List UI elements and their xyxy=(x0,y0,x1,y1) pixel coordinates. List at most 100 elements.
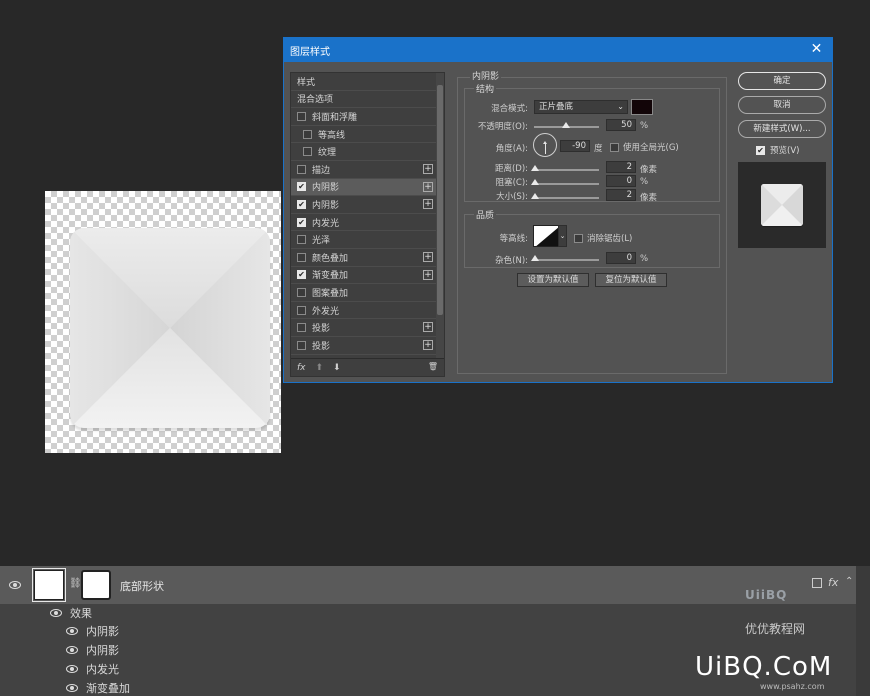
style-checkbox[interactable] xyxy=(297,252,306,262)
global-light-check-box[interactable] xyxy=(610,142,619,152)
new-style-button[interactable]: 新建样式(W)... xyxy=(738,120,826,138)
style-item-label: 颜色叠加 xyxy=(312,253,349,264)
move-down-icon[interactable]: ⬇ xyxy=(333,363,341,373)
style-item[interactable]: 样式 xyxy=(291,73,437,91)
style-item[interactable]: 投影 + xyxy=(291,319,437,337)
structure-title: 结构 xyxy=(474,82,497,95)
preview-checkbox[interactable]: ✔ 预览(V) xyxy=(756,144,799,156)
size-slider[interactable] xyxy=(531,193,599,199)
effects-eye-icon[interactable] xyxy=(50,609,62,617)
style-item[interactable]: ✔ 内阴影 + xyxy=(291,196,437,214)
effect-eye-icon[interactable] xyxy=(66,646,78,654)
style-checkbox[interactable]: ✔ xyxy=(297,270,306,280)
vector-mask-thumbnail[interactable] xyxy=(81,570,111,600)
layer-fx-icon[interactable]: fx xyxy=(828,576,838,589)
distance-slider-knob[interactable] xyxy=(531,165,539,171)
style-checkbox[interactable] xyxy=(297,287,306,297)
effect-row[interactable]: 内阴影 xyxy=(66,622,119,640)
layer-name[interactable]: 底部形状 xyxy=(120,578,164,594)
trash-icon[interactable]: 🗑 xyxy=(428,362,438,371)
style-item-label: 投影 xyxy=(312,324,331,335)
style-item[interactable]: 颜色叠加 + xyxy=(291,249,437,267)
style-checkbox[interactable] xyxy=(297,305,306,315)
opacity-slider-knob[interactable] xyxy=(562,122,570,128)
layer-thumbnail[interactable] xyxy=(32,568,66,602)
effect-row[interactable]: 内阴影 xyxy=(66,641,119,659)
antialias-check-box[interactable] xyxy=(574,233,583,243)
set-default-button[interactable]: 设置为默认值 xyxy=(517,273,589,287)
style-checkbox[interactable] xyxy=(297,111,306,121)
move-up-icon[interactable]: ⬆ xyxy=(316,363,324,373)
style-checkbox[interactable]: ✔ xyxy=(297,199,306,209)
style-item[interactable]: 外发光 xyxy=(291,302,437,320)
style-item[interactable]: 混合选项 xyxy=(291,91,437,109)
ok-button[interactable]: 确定 xyxy=(738,72,826,90)
style-checkbox[interactable] xyxy=(303,129,312,139)
antialias-checkbox[interactable]: 消除锯齿(L) xyxy=(574,232,632,244)
mask-link-icon[interactable]: ⛓ xyxy=(69,578,82,589)
collapse-effects-chevron-icon[interactable]: ⌃ xyxy=(845,576,853,587)
style-item[interactable]: 投影 + xyxy=(291,337,437,355)
effects-group-row[interactable]: 效果 xyxy=(50,604,92,622)
style-checkbox[interactable] xyxy=(303,147,312,157)
layer-row-bottom-shape[interactable]: ⛓ 底部形状 fx ⌃ xyxy=(0,566,856,604)
effect-eye-icon[interactable] xyxy=(66,684,78,692)
contour-dropdown-chevron-icon[interactable]: ⌄ xyxy=(558,225,567,247)
cancel-button[interactable]: 取消 xyxy=(738,96,826,114)
noise-slider[interactable] xyxy=(531,255,599,261)
style-item-label: 内阴影 xyxy=(312,183,340,194)
style-checkbox[interactable] xyxy=(297,235,306,245)
watermark-logo: UiiBQ xyxy=(745,588,788,602)
effect-row[interactable]: 渐变叠加 xyxy=(66,679,130,696)
style-checkbox[interactable] xyxy=(297,323,306,333)
noise-slider-knob[interactable] xyxy=(531,255,539,261)
add-effect-plus-icon[interactable]: + xyxy=(423,251,433,262)
style-item[interactable]: ✔ 内发光 xyxy=(291,214,437,232)
style-item[interactable]: 描边 + xyxy=(291,161,437,179)
style-item[interactable]: 光泽 xyxy=(291,231,437,249)
shadow-color-swatch[interactable] xyxy=(631,99,653,115)
style-item[interactable]: ✔ 内阴影 + xyxy=(291,178,437,197)
style-checkbox[interactable] xyxy=(297,164,306,174)
choke-slider[interactable] xyxy=(531,179,599,185)
angle-dial[interactable] xyxy=(533,133,557,157)
global-light-checkbox[interactable]: 使用全局光(G) xyxy=(610,141,679,153)
contour-picker[interactable] xyxy=(533,225,559,247)
style-list-scrollbar[interactable] xyxy=(436,73,444,358)
style-item[interactable]: 纹理 xyxy=(291,143,437,161)
layers-panel-scrollbar[interactable] xyxy=(856,566,870,696)
add-effect-plus-icon[interactable]: + xyxy=(423,163,433,174)
choke-slider-knob[interactable] xyxy=(531,179,539,185)
effect-row[interactable]: 内发光 xyxy=(66,660,119,678)
add-effect-plus-icon[interactable]: + xyxy=(423,181,433,192)
noise-input[interactable]: 0 xyxy=(606,252,636,264)
distance-input[interactable]: 2 xyxy=(606,161,636,173)
style-item[interactable]: 斜面和浮雕 xyxy=(291,108,437,126)
reset-default-button[interactable]: 复位为默认值 xyxy=(595,273,667,287)
add-effect-plus-icon[interactable]: + xyxy=(423,339,433,350)
style-checkbox[interactable]: ✔ xyxy=(297,217,306,227)
choke-input[interactable]: 0 xyxy=(606,175,636,187)
effect-eye-icon[interactable] xyxy=(66,665,78,673)
opacity-input[interactable]: 50 xyxy=(606,119,636,131)
add-effect-plus-icon[interactable]: + xyxy=(423,269,433,280)
opacity-slider[interactable] xyxy=(534,122,599,128)
style-item[interactable]: ✔ 渐变叠加 + xyxy=(291,267,437,285)
add-effect-plus-icon[interactable]: + xyxy=(423,199,433,210)
add-effect-plus-icon[interactable]: + xyxy=(423,322,433,333)
style-item[interactable]: 等高线 xyxy=(291,126,437,144)
dialog-titlebar: 图层样式 ✕ xyxy=(284,38,832,62)
blend-mode-select[interactable]: 正片叠底 ⌄ xyxy=(534,100,628,114)
size-input[interactable]: 2 xyxy=(606,189,636,201)
size-slider-knob[interactable] xyxy=(531,193,539,199)
layer-visibility-eye-icon[interactable] xyxy=(9,581,21,589)
angle-input[interactable]: -90 xyxy=(560,140,590,152)
distance-slider[interactable] xyxy=(531,165,599,171)
style-checkbox[interactable]: ✔ xyxy=(297,182,306,192)
close-icon[interactable]: ✕ xyxy=(810,42,823,56)
effect-eye-icon[interactable] xyxy=(66,627,78,635)
preview-check-box[interactable]: ✔ xyxy=(756,145,765,155)
style-checkbox[interactable] xyxy=(297,340,306,350)
style-item[interactable]: 图案叠加 xyxy=(291,284,437,302)
fx-menu-icon[interactable]: fx xyxy=(297,363,306,373)
